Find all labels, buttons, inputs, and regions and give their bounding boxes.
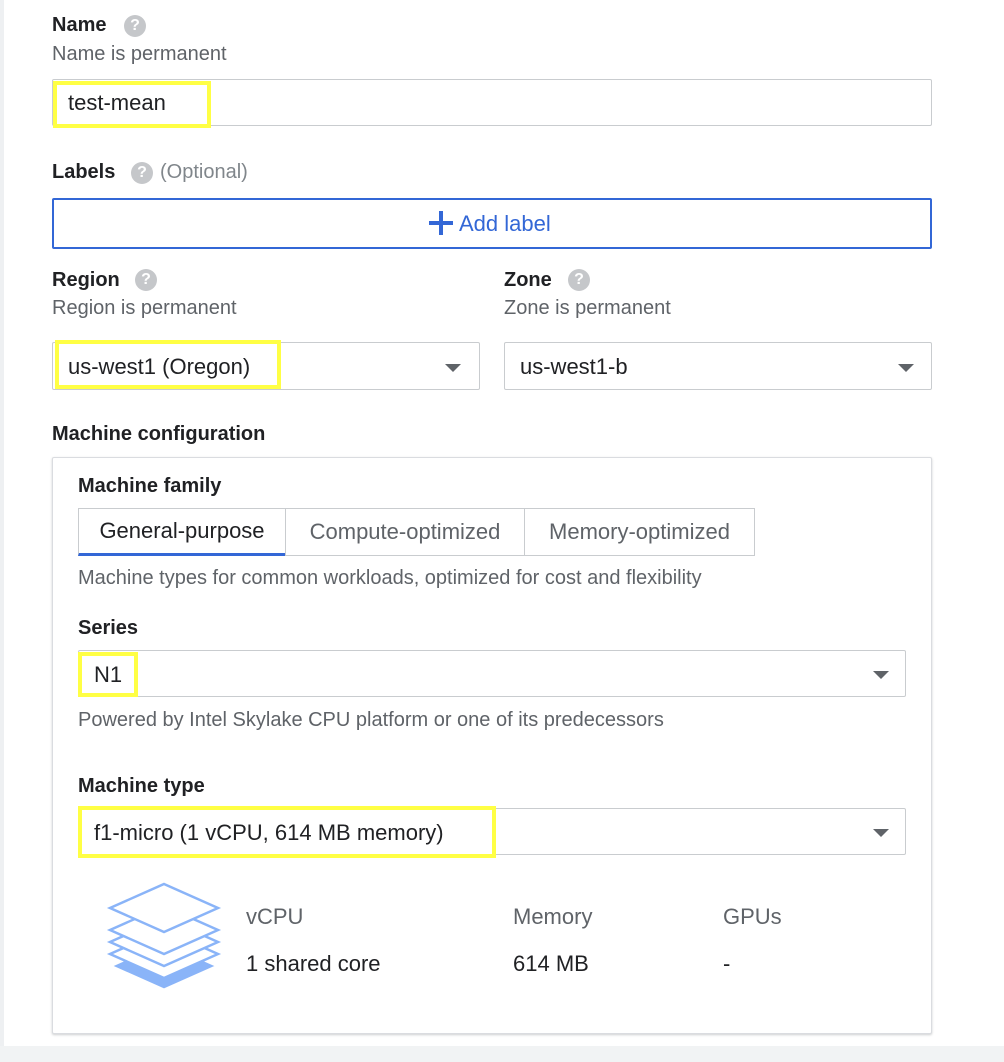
machine-family-label: Machine family	[78, 475, 222, 497]
machine-type-label: Machine type	[78, 775, 205, 797]
highlight-box	[78, 652, 138, 697]
labels-optional: (Optional)	[160, 161, 248, 183]
highlight-box	[78, 806, 496, 858]
series-description: Powered by Intel Skylake CPU platform or…	[78, 709, 664, 731]
highlight-box	[53, 81, 211, 128]
series-label: Series	[78, 617, 139, 639]
name-sublabel: Name is permanent	[52, 43, 227, 65]
vcpu-heading: vCPU	[246, 904, 304, 929]
left-border	[0, 0, 4, 1062]
machine-config-heading: Machine configuration	[52, 423, 266, 445]
region-sublabel: Region is permanent	[52, 297, 237, 319]
dropdown-caret-icon	[873, 671, 889, 679]
machine-family-description: Machine types for common workloads, opti…	[78, 567, 702, 589]
tab-general-purpose[interactable]: General-purpose	[78, 508, 286, 556]
gpus-value: -	[723, 951, 731, 976]
memory-heading: Memory	[513, 904, 593, 929]
series-select[interactable]: N1	[78, 650, 906, 697]
tab-compute-optimized[interactable]: Compute-optimized	[285, 508, 525, 556]
labels-label: Labels	[52, 161, 116, 183]
help-circle-icon[interactable]: ?	[568, 269, 590, 291]
highlight-box	[55, 340, 281, 389]
dropdown-caret-icon	[898, 364, 914, 372]
tab-memory-optimized[interactable]: Memory-optimized	[524, 508, 755, 556]
zone-select[interactable]: us-west1-b	[504, 342, 932, 390]
help-circle-icon[interactable]: ?	[131, 162, 153, 184]
memory-value: 614 MB	[513, 951, 589, 976]
add-label-text: Add label	[459, 211, 551, 236]
vcpu-value: 1 shared core	[246, 951, 381, 976]
stacked-layers-icon	[104, 880, 224, 1005]
plus-icon	[427, 209, 455, 237]
zone-label: Zone	[504, 269, 552, 291]
dropdown-caret-icon	[445, 364, 461, 372]
help-circle-icon[interactable]: ?	[135, 269, 157, 291]
dropdown-caret-icon	[873, 829, 889, 837]
gpus-heading: GPUs	[723, 904, 782, 929]
region-label: Region	[52, 269, 120, 291]
bottom-strip	[0, 1046, 1004, 1062]
zone-select-value: us-west1-b	[520, 354, 628, 379]
name-label: Name	[52, 14, 107, 36]
add-label-button[interactable]: Add label	[52, 198, 932, 249]
zone-sublabel: Zone is permanent	[504, 297, 671, 319]
help-circle-icon[interactable]: ?	[124, 15, 146, 37]
